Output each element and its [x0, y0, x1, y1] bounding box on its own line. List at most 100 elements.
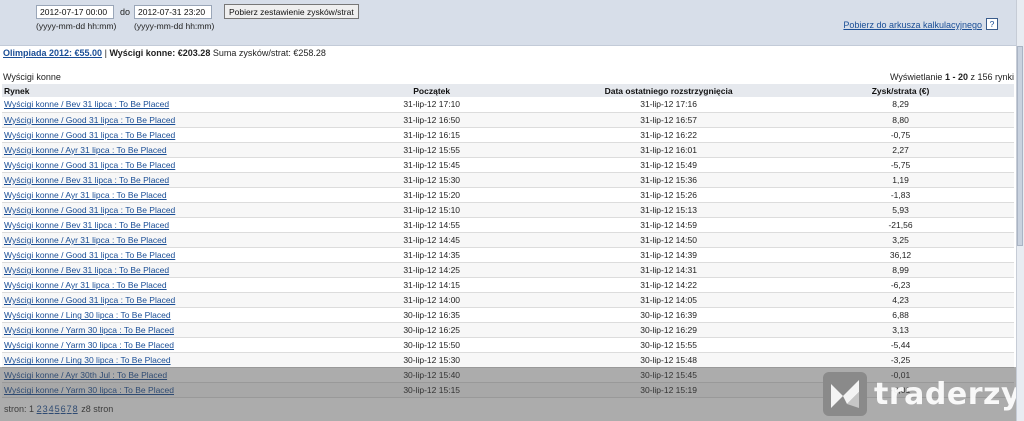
settled-cell: 31-lip-12 16:57	[550, 112, 788, 128]
export-spreadsheet-link[interactable]: Pobierz do arkusza kalkulacyjnego	[843, 20, 982, 30]
display-range: 1 - 20	[944, 72, 968, 82]
settled-cell: 31-lip-12 15:36	[550, 172, 788, 188]
table-row: Wyścigi konne / Good 31 lipca : To Be Pl…	[2, 247, 1014, 264]
settled-cell: 31-lip-12 14:59	[550, 217, 788, 233]
traderzy-logo-icon	[823, 372, 867, 416]
profit-loss-cell: -5,44	[787, 337, 1014, 354]
market-link[interactable]: Wyścigi konne / Ayr 31 lipca : To Be Pla…	[4, 190, 167, 200]
settled-cell: 31-lip-12 16:01	[550, 142, 788, 158]
table-row: Wyścigi konne / Ayr 31 lipca : To Be Pla…	[2, 232, 1014, 248]
start-cell: 30-lip-12 15:50	[313, 337, 551, 354]
market-cell: Wyścigi konne / Bev 31 lipca : To Be Pla…	[2, 217, 314, 233]
settled-cell: 30-lip-12 16:29	[550, 322, 788, 339]
olympics-link[interactable]: Olimpiada 2012: €55.00	[3, 48, 102, 58]
table-row: Wyścigi konne / Good 31 lipca : To Be Pl…	[2, 157, 1014, 173]
market-cell: Wyścigi konne / Ayr 31 lipca : To Be Pla…	[2, 277, 314, 294]
market-cell: Wyścigi konne / Bev 31 lipca : To Be Pla…	[2, 262, 314, 279]
horse-racing-total: Wyścigi konne: €203.28	[109, 48, 211, 58]
settled-cell: 31-lip-12 15:49	[550, 157, 788, 173]
table-row: Wyścigi konne / Bev 31 lipca : To Be Pla…	[2, 217, 1014, 233]
market-cell: Wyścigi konne / Yarm 30 lipca : To Be Pl…	[2, 337, 314, 354]
start-cell: 31-lip-12 15:45	[313, 157, 551, 173]
table-row: Wyścigi konne / Yarm 30 lipca : To Be Pl…	[2, 322, 1014, 339]
market-link[interactable]: Wyścigi konne / Ayr 31 lipca : To Be Pla…	[4, 235, 167, 245]
settled-cell: 31-lip-12 14:05	[550, 292, 788, 309]
table-row: Wyścigi konne / Ayr 31 lipca : To Be Pla…	[2, 277, 1014, 294]
date-from-format-hint: (yyyy-mm-dd hh:mm)	[36, 21, 117, 31]
header-market[interactable]: Rynek	[2, 84, 314, 97]
start-cell: 31-lip-12 14:55	[313, 217, 551, 233]
market-link[interactable]: Wyścigi konne / Ayr 31 lipca : To Be Pla…	[4, 280, 167, 290]
profit-loss-cell: -6,23	[787, 277, 1014, 294]
settled-cell: 30-lip-12 15:48	[550, 352, 788, 369]
start-cell: 31-lip-12 14:35	[313, 247, 551, 264]
help-icon[interactable]: ?	[986, 18, 998, 30]
start-cell: 31-lip-12 14:45	[313, 232, 551, 248]
market-cell: Wyścigi konne / Ayr 31 lipca : To Be Pla…	[2, 142, 314, 158]
market-link[interactable]: Wyścigi konne / Good 31 lipca : To Be Pl…	[4, 295, 175, 305]
profit-loss-cell: 2,27	[787, 142, 1014, 158]
market-link[interactable]: Wyścigi konne / Yarm 30 lipca : To Be Pl…	[4, 340, 174, 350]
table-row: Wyścigi konne / Ling 30 lipca : To Be Pl…	[2, 307, 1014, 324]
date-from-input[interactable]	[36, 5, 114, 19]
market-link[interactable]: Wyścigi konne / Bev 31 lipca : To Be Pla…	[4, 99, 169, 109]
fetch-report-button[interactable]: Pobierz zestawienie zysków/strat	[224, 4, 359, 19]
settled-cell: 31-lip-12 15:26	[550, 187, 788, 203]
section-title: Wyścigi konne	[3, 72, 61, 82]
market-link[interactable]: Wyścigi konne / Ling 30 lipca : To Be Pl…	[4, 310, 171, 320]
market-cell: Wyścigi konne / Good 31 lipca : To Be Pl…	[2, 157, 314, 173]
market-link[interactable]: Wyścigi konne / Good 31 lipca : To Be Pl…	[4, 250, 175, 260]
settled-cell: 31-lip-12 16:22	[550, 127, 788, 143]
market-cell: Wyścigi konne / Good 31 lipca : To Be Pl…	[2, 127, 314, 143]
market-link[interactable]: Wyścigi konne / Good 31 lipca : To Be Pl…	[4, 205, 175, 215]
market-cell: Wyścigi konne / Good 31 lipca : To Be Pl…	[2, 247, 314, 264]
header-start[interactable]: Początek	[313, 84, 551, 97]
market-link[interactable]: Wyścigi konne / Good 31 lipca : To Be Pl…	[4, 160, 175, 170]
market-cell: Wyścigi konne / Good 31 lipca : To Be Pl…	[2, 202, 314, 218]
filter-bar: do (yyyy-mm-dd hh:mm) (yyyy-mm-dd hh:mm)…	[0, 0, 1016, 46]
market-link[interactable]: Wyścigi konne / Good 31 lipca : To Be Pl…	[4, 130, 175, 140]
start-cell: 31-lip-12 15:20	[313, 187, 551, 203]
start-cell: 31-lip-12 16:15	[313, 127, 551, 143]
start-cell: 31-lip-12 15:10	[313, 202, 551, 218]
profit-loss-cell: 3,13	[787, 322, 1014, 339]
scrollbar-thumb[interactable]	[1017, 46, 1023, 246]
profit-loss-cell: 6,88	[787, 307, 1014, 324]
start-cell: 31-lip-12 17:10	[313, 97, 551, 113]
start-cell: 31-lip-12 14:00	[313, 292, 551, 309]
date-range-separator: do	[120, 7, 131, 17]
settled-cell: 31-lip-12 17:16	[550, 97, 788, 113]
settled-cell: 30-lip-12 16:39	[550, 307, 788, 324]
date-to-input[interactable]	[134, 5, 212, 19]
settled-cell: 30-lip-12 15:55	[550, 337, 788, 354]
market-link[interactable]: Wyścigi konne / Bev 31 lipca : To Be Pla…	[4, 265, 169, 275]
market-link[interactable]: Wyścigi konne / Bev 31 lipca : To Be Pla…	[4, 220, 169, 230]
market-link[interactable]: Wyścigi konne / Good 31 lipca : To Be Pl…	[4, 115, 175, 125]
market-cell: Wyścigi konne / Good 31 lipca : To Be Pl…	[2, 112, 314, 128]
header-settled[interactable]: Data ostatniego rozstrzygnięcia	[550, 84, 788, 97]
table-row: Wyścigi konne / Ling 30 lipca : To Be Pl…	[2, 352, 1014, 369]
summary-separator: |	[104, 48, 107, 58]
market-cell: Wyścigi konne / Ayr 31 lipca : To Be Pla…	[2, 187, 314, 203]
vertical-scrollbar[interactable]	[1016, 0, 1024, 421]
market-link[interactable]: Wyścigi konne / Bev 31 lipca : To Be Pla…	[4, 175, 169, 185]
market-link[interactable]: Wyścigi konne / Ling 30 lipca : To Be Pl…	[4, 355, 171, 365]
date-to-format-hint: (yyyy-mm-dd hh:mm)	[134, 21, 215, 31]
profit-loss-cell: 4,23	[787, 292, 1014, 309]
display-prefix: Wyświetlanie	[889, 72, 943, 82]
table-row: Wyścigi konne / Bev 31 lipca : To Be Pla…	[2, 262, 1014, 279]
profit-loss-cell: 5,93	[787, 202, 1014, 218]
profit-loss-cell: 3,25	[787, 232, 1014, 248]
start-cell: 31-lip-12 16:50	[313, 112, 551, 128]
table-row: Wyścigi konne / Ayr 31 lipca : To Be Pla…	[2, 142, 1014, 158]
profit-loss-cell: -0,75	[787, 127, 1014, 143]
table-header-row: Rynek Początek Data ostatniego rozstrzyg…	[2, 84, 1014, 97]
table-row: Wyścigi konne / Good 31 lipca : To Be Pl…	[2, 127, 1014, 143]
market-link[interactable]: Wyścigi konne / Yarm 30 lipca : To Be Pl…	[4, 325, 174, 335]
header-profit-loss[interactable]: Zysk/strata (€)	[787, 84, 1014, 97]
settled-cell: 31-lip-12 14:22	[550, 277, 788, 294]
display-suffix: z 156 rynki	[970, 72, 1014, 82]
total-value: €258.28	[293, 48, 326, 58]
market-link[interactable]: Wyścigi konne / Ayr 31 lipca : To Be Pla…	[4, 145, 167, 155]
market-cell: Wyścigi konne / Bev 31 lipca : To Be Pla…	[2, 172, 314, 188]
